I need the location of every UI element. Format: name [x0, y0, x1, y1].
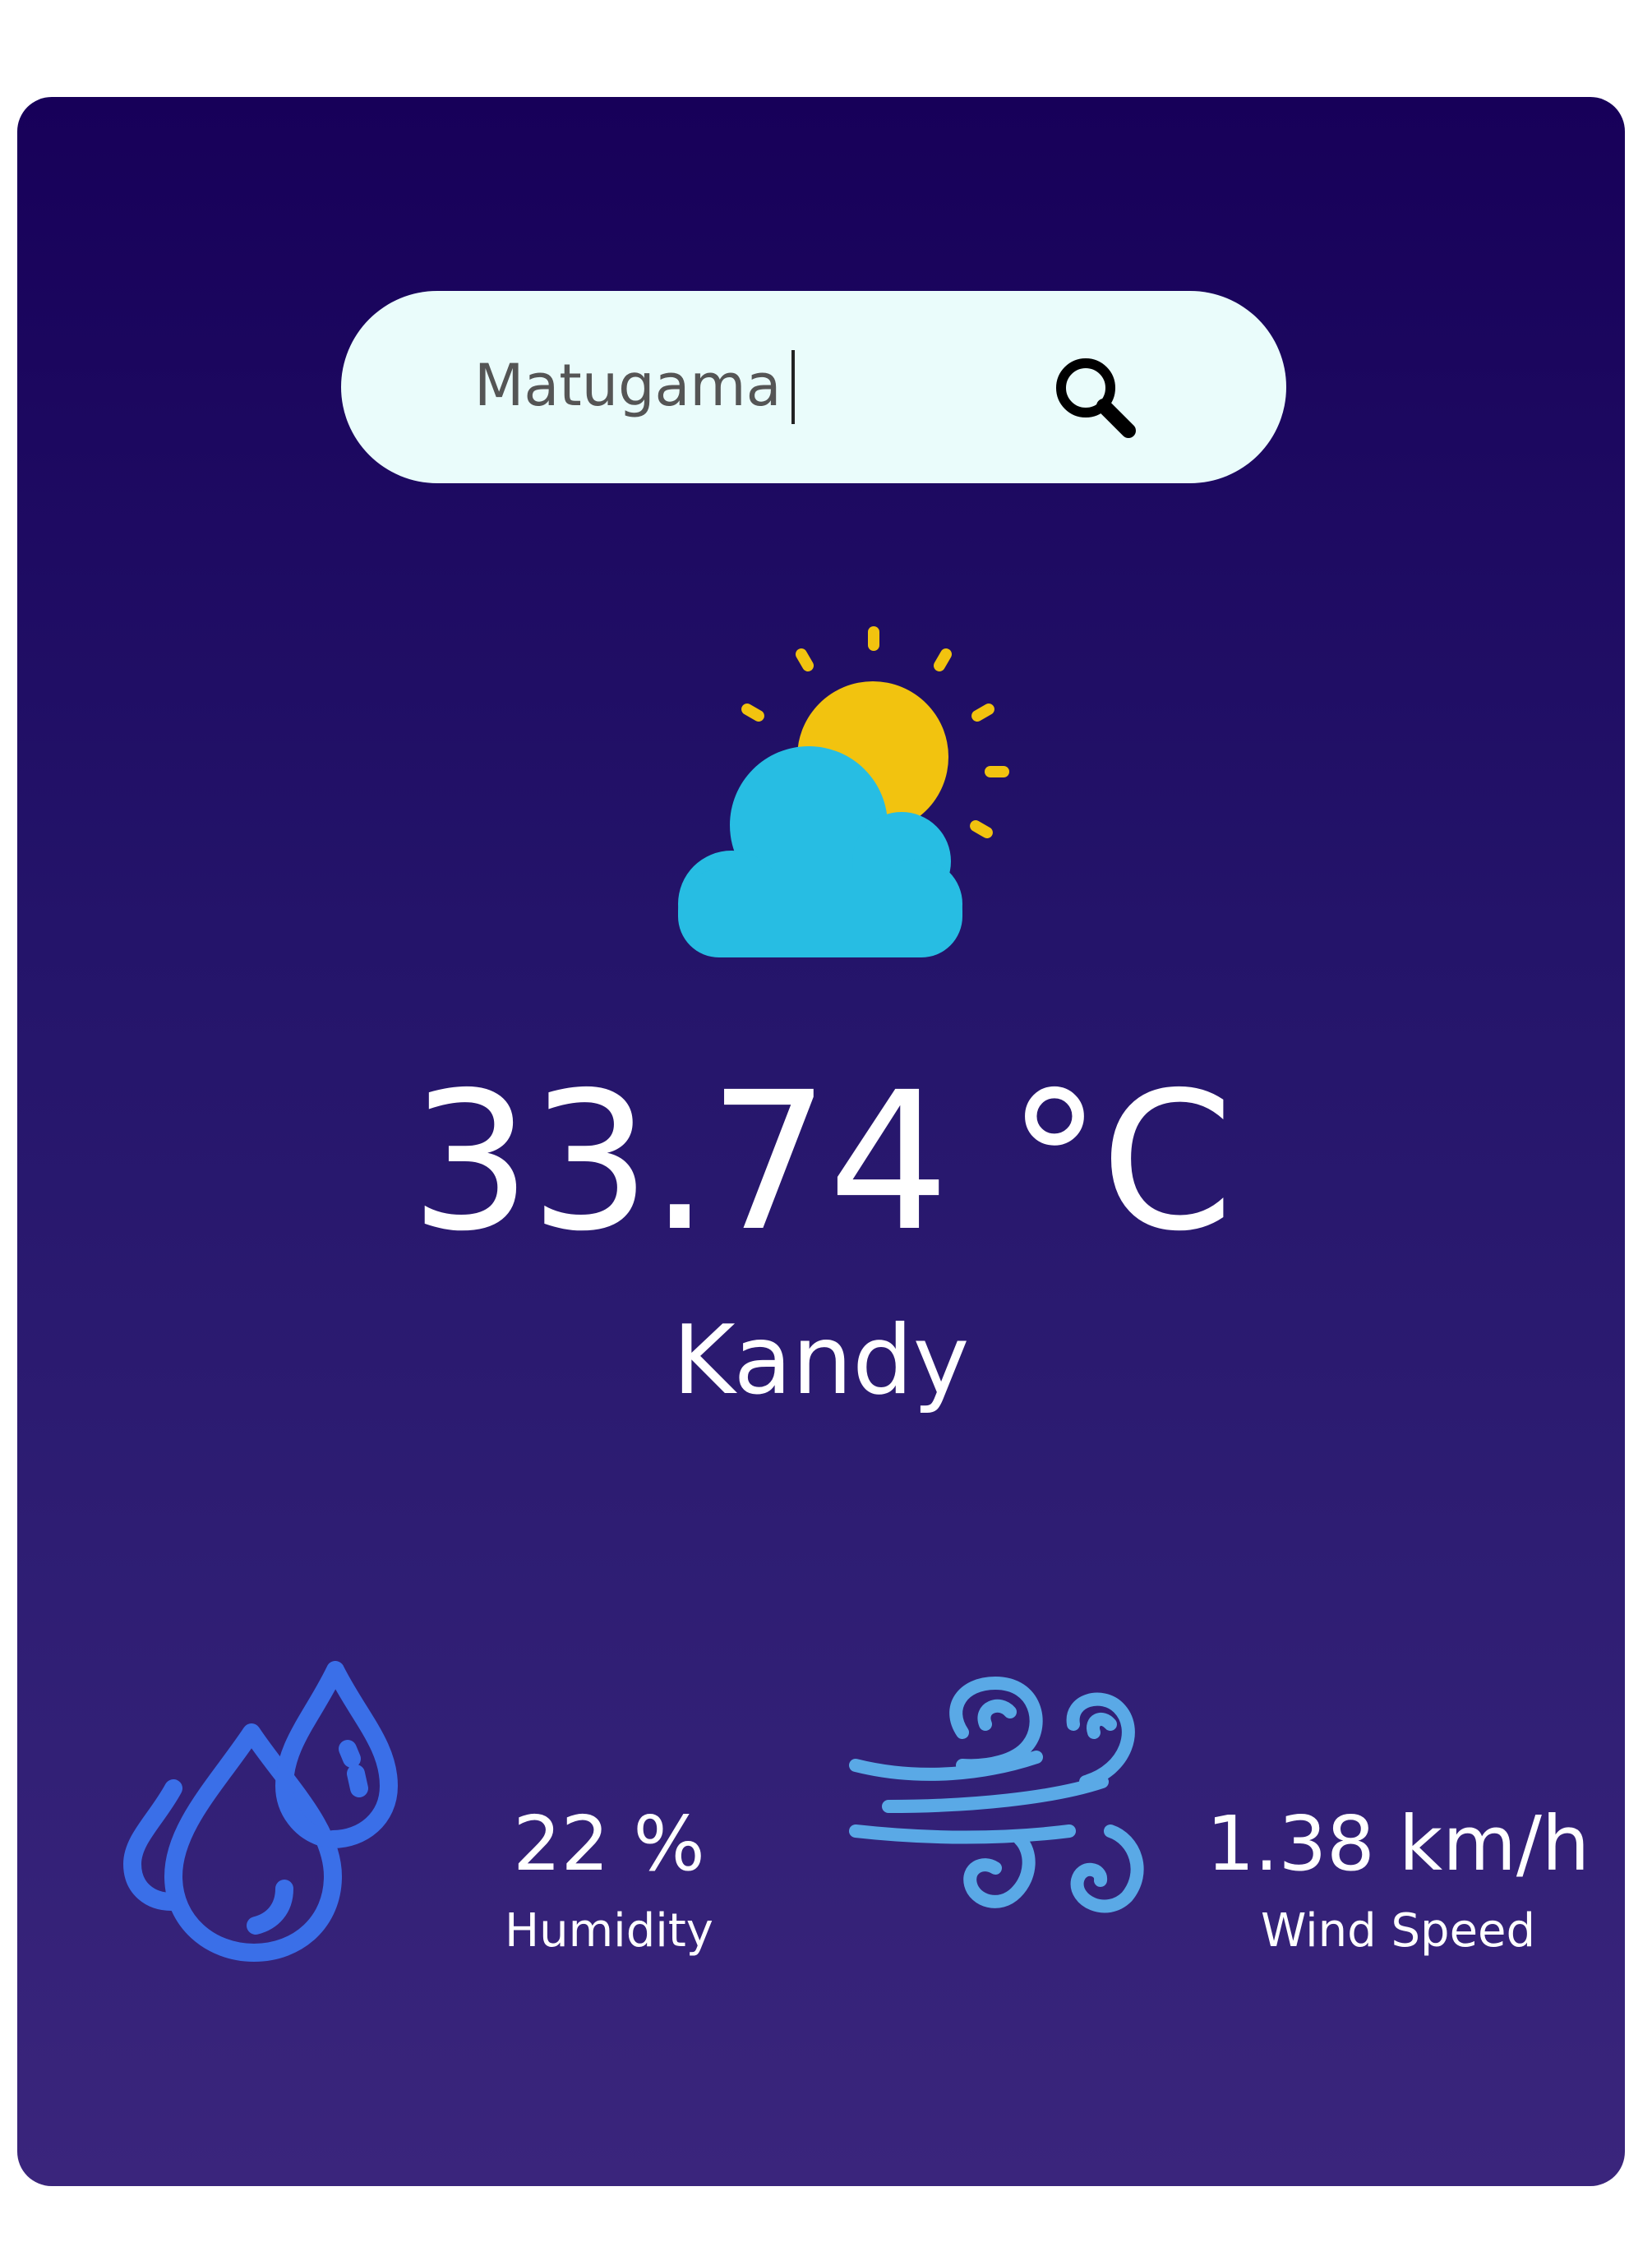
humidity-value: 22 %	[513, 1800, 705, 1888]
sun-behind-cloud-icon	[678, 626, 1009, 957]
search-icon	[1056, 358, 1136, 438]
water-drops-icon	[123, 1661, 398, 1962]
temperature-value: 33.74 °C	[410, 1051, 1234, 1273]
wind-icon	[849, 1676, 1144, 1913]
wind-speed-value: 1.38 km/h	[1206, 1800, 1590, 1888]
humidity-label: Humidity	[505, 1904, 713, 1958]
search-button[interactable]	[1050, 352, 1142, 444]
city-name: Kandy	[672, 1305, 970, 1416]
wind-speed-label: Wind Speed	[1260, 1904, 1536, 1958]
search-bar	[341, 291, 1286, 483]
search-input[interactable]	[474, 336, 1000, 435]
text-caret	[791, 350, 795, 424]
weather-card: 33.74 °C Kandy 22 % Humidity	[17, 97, 1625, 2186]
